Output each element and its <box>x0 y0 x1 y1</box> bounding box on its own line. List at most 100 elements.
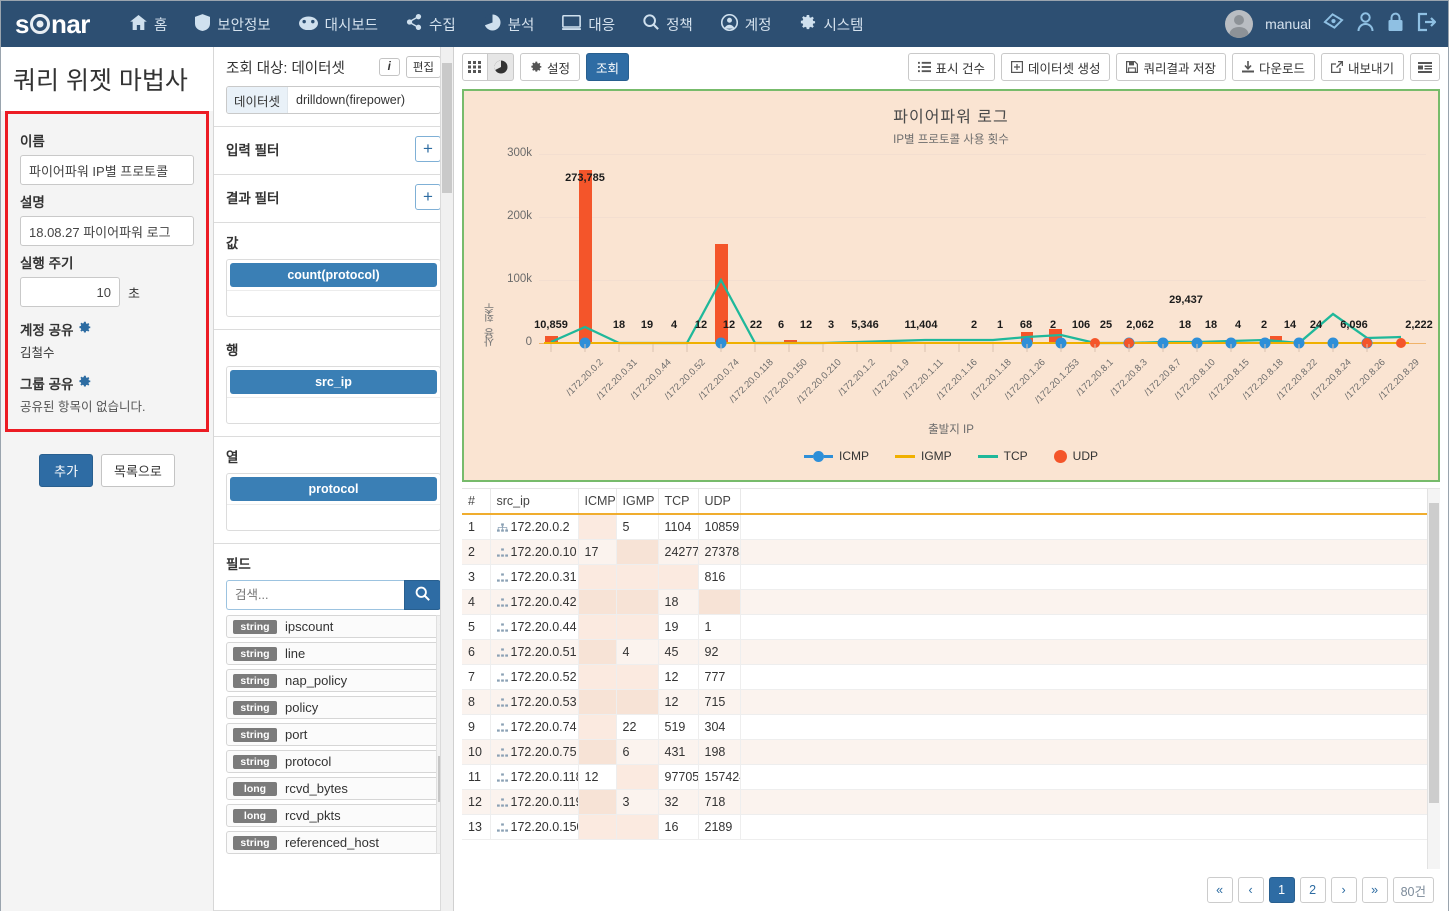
query-button[interactable]: 조회 <box>586 53 630 81</box>
column-header-udp[interactable]: UDP <box>698 489 741 515</box>
result-table: # src_ip ICMP IGMP TCP UDP 1 172.20.0.2 <box>462 489 1440 840</box>
create-dataset-button[interactable]: 데이터셋 생성 <box>1001 53 1111 81</box>
page-first-button[interactable]: « <box>1206 877 1233 903</box>
data-label: 273,785 <box>565 172 605 184</box>
list-item[interactable]: string line <box>226 642 441 665</box>
table-row[interactable]: 5 172.20.0.44 19 1 <box>462 614 1440 640</box>
page-prev-button[interactable]: ‹ <box>1237 877 1264 903</box>
result-toolbar: 설정 조회 표시 건수 데이터셋 생성 쿼리결과 저장 다운로드 내보내기 <box>454 47 1448 87</box>
save-query-result-button[interactable]: 쿼리결과 저장 <box>1116 53 1226 81</box>
field-search-button[interactable] <box>404 580 441 610</box>
column-chip[interactable]: protocol <box>230 477 437 501</box>
network-icon <box>496 748 508 757</box>
column-header-src-ip[interactable]: src_ip <box>490 489 579 515</box>
legend-item-tcp[interactable]: TCP <box>977 449 1028 463</box>
description-label: 설명 <box>20 195 45 210</box>
logout-icon[interactable] <box>1416 12 1437 37</box>
list-item[interactable]: string policy <box>226 696 441 719</box>
list-item[interactable]: string referenced_host <box>226 831 441 854</box>
grid-view-button[interactable] <box>462 53 488 81</box>
dataset-row[interactable]: 데이터셋 drilldown(firepower) <box>226 86 441 114</box>
name-input[interactable] <box>20 155 194 185</box>
ticket-icon[interactable] <box>1323 12 1344 37</box>
list-item[interactable]: string port <box>226 723 441 746</box>
info-button[interactable]: i <box>378 58 400 76</box>
table-row[interactable]: 6 172.20.0.51 4 45 92 <box>462 639 1440 665</box>
table-row[interactable]: 12 172.20.0.119 3 32 718 <box>462 789 1440 815</box>
legend-item-icmp[interactable]: ICMP <box>803 449 869 463</box>
field-search-input[interactable] <box>226 580 404 610</box>
save-query-result-label: 쿼리결과 저장 <box>1143 61 1216 76</box>
column-header-tcp[interactable]: TCP <box>658 489 699 515</box>
edit-button[interactable]: 편집 <box>405 56 441 78</box>
table-scrollbar[interactable] <box>1427 489 1440 869</box>
data-label: 18 <box>1178 319 1192 331</box>
table-row[interactable]: 11 172.20.0.118 12 97705 157424 <box>462 764 1440 790</box>
legend-item-udp[interactable]: UDP <box>1053 449 1098 463</box>
table-row[interactable]: 10 172.20.0.75 6 431 198 <box>462 739 1440 765</box>
table-row[interactable]: 8 172.20.0.53 12 715 <box>462 689 1440 715</box>
row-dropzone[interactable] <box>227 397 440 423</box>
list-item[interactable]: string protocol <box>226 750 441 773</box>
query-panel-scrollbar[interactable] <box>440 47 453 911</box>
nav-item-home[interactable]: 홈 <box>116 1 181 47</box>
list-item[interactable]: string ipscount <box>226 615 441 638</box>
table-row[interactable]: 2 172.20.0.10 17 24277 273785 <box>462 539 1440 565</box>
export-button[interactable]: 내보내기 <box>1320 53 1404 81</box>
column-header-index[interactable]: # <box>462 489 491 515</box>
table-row[interactable]: 9 172.20.0.74 22 519 304 <box>462 714 1440 740</box>
nav-item-analysis[interactable]: 분석 <box>470 1 549 47</box>
add-input-filter-button[interactable]: + <box>415 136 441 162</box>
nav-item-security-info[interactable]: 보안정보 <box>181 1 284 47</box>
table-row[interactable]: 7 172.20.0.52 12 777 <box>462 664 1440 690</box>
column-header-igmp[interactable]: IGMP <box>616 489 659 515</box>
settings-button[interactable]: 설정 <box>520 53 581 81</box>
interval-input[interactable] <box>20 277 120 307</box>
column-dropzone[interactable] <box>227 504 440 530</box>
page-number-2[interactable]: 2 <box>1299 877 1326 903</box>
lock-icon[interactable] <box>1387 12 1404 37</box>
list-item[interactable]: long rcvd_bytes <box>226 777 441 800</box>
cell-tcp: 19 <box>658 614 699 640</box>
back-to-list-button[interactable]: 목록으로 <box>101 454 175 487</box>
scrollbar-thumb[interactable] <box>442 63 452 193</box>
group-share-gear-icon[interactable] <box>78 375 91 391</box>
nav-item-response[interactable]: 대응 <box>548 1 629 47</box>
table-row[interactable]: 4 172.20.0.42 18 <box>462 589 1440 615</box>
column-header-icmp[interactable]: ICMP <box>578 489 617 515</box>
download-button[interactable]: 다운로드 <box>1231 53 1315 81</box>
page-number-1[interactable]: 1 <box>1268 877 1295 903</box>
app-logo[interactable]: s nar <box>15 9 90 40</box>
nav-item-account[interactable]: 계정 <box>707 1 786 47</box>
cell-src-ip: 172.20.0.75 <box>490 739 579 765</box>
cell-tcp: 431 <box>658 739 699 765</box>
chart-view-button[interactable] <box>488 53 514 81</box>
person-icon[interactable] <box>1356 11 1375 37</box>
list-item[interactable]: long rcvd_pkts <box>226 804 441 827</box>
result-panel: 설정 조회 표시 건수 데이터셋 생성 쿼리결과 저장 다운로드 내보내기 파이… <box>454 47 1448 911</box>
table-row[interactable]: 13 172.20.0.150 16 2189 <box>462 814 1440 840</box>
page-last-button[interactable]: » <box>1361 877 1388 903</box>
value-chip[interactable]: count(protocol) <box>230 263 437 287</box>
add-button[interactable]: 추가 <box>39 454 94 487</box>
page-next-button[interactable]: › <box>1330 877 1357 903</box>
nav-item-policy[interactable]: 정책 <box>629 1 707 47</box>
legend-item-igmp[interactable]: IGMP <box>894 449 952 463</box>
description-input[interactable] <box>20 216 194 246</box>
account-share-gear-icon[interactable] <box>78 321 91 337</box>
cell-icmp: 12 <box>578 764 617 790</box>
layout-toggle-button[interactable] <box>1410 53 1440 81</box>
row-chip[interactable]: src_ip <box>230 370 437 394</box>
cell-blank <box>740 739 1440 765</box>
value-dropzone[interactable] <box>227 290 440 316</box>
add-result-filter-button[interactable]: + <box>415 184 441 210</box>
table-row[interactable]: 1 172.20.0.2 5 1104 10859 <box>462 514 1440 540</box>
nav-item-system[interactable]: 시스템 <box>785 1 877 47</box>
nav-item-dashboard[interactable]: 대시보드 <box>285 1 392 47</box>
scrollbar-thumb[interactable] <box>1429 503 1439 803</box>
nav-item-collect[interactable]: 수집 <box>392 1 470 47</box>
table-row[interactable]: 3 172.20.0.31 816 <box>462 564 1440 590</box>
list-item[interactable]: string nap_policy <box>226 669 441 692</box>
cell-blank <box>740 764 1440 790</box>
display-count-button[interactable]: 표시 건수 <box>907 53 995 81</box>
